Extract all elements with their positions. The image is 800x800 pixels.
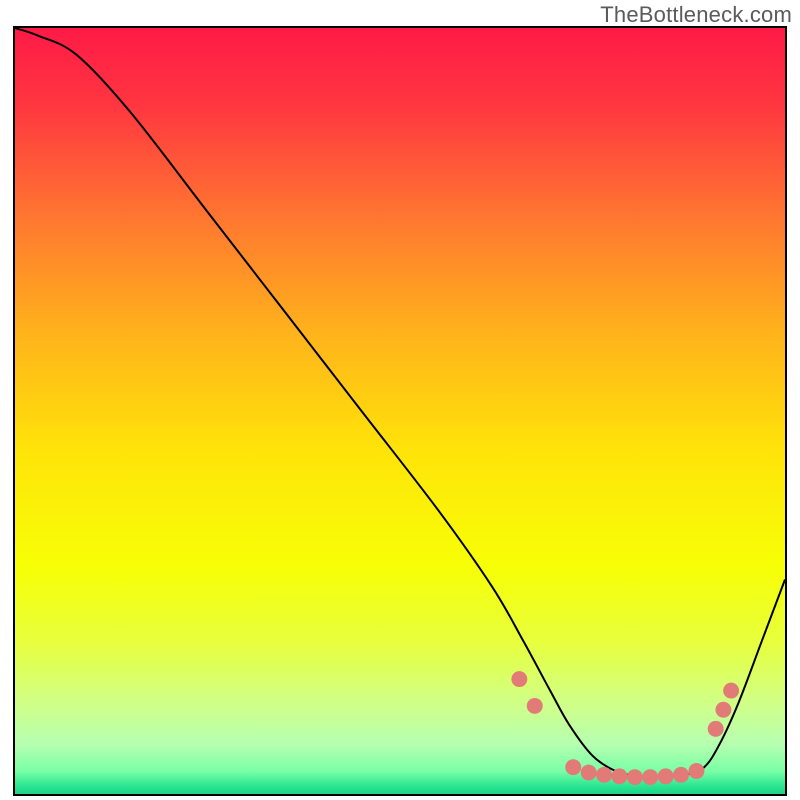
curve-layer: [15, 28, 785, 794]
marker-dot: [581, 765, 597, 781]
marker-dot: [596, 767, 612, 783]
watermark-label: TheBottleneck.com: [600, 2, 792, 28]
marker-dot: [642, 769, 658, 785]
flat-region-dots: [511, 671, 739, 785]
marker-dot: [565, 759, 581, 775]
marker-dot: [715, 702, 731, 718]
marker-dot: [611, 768, 627, 784]
marker-dot: [688, 763, 704, 779]
marker-dot: [527, 698, 543, 714]
marker-dot: [627, 769, 643, 785]
marker-dot: [658, 768, 674, 784]
chart-container: TheBottleneck.com: [0, 0, 800, 800]
bottleneck-curve: [15, 28, 785, 777]
marker-dot: [511, 671, 527, 687]
marker-dot: [673, 767, 689, 783]
plot-area: [13, 26, 787, 796]
marker-dot: [708, 721, 724, 737]
marker-dot: [723, 683, 739, 699]
